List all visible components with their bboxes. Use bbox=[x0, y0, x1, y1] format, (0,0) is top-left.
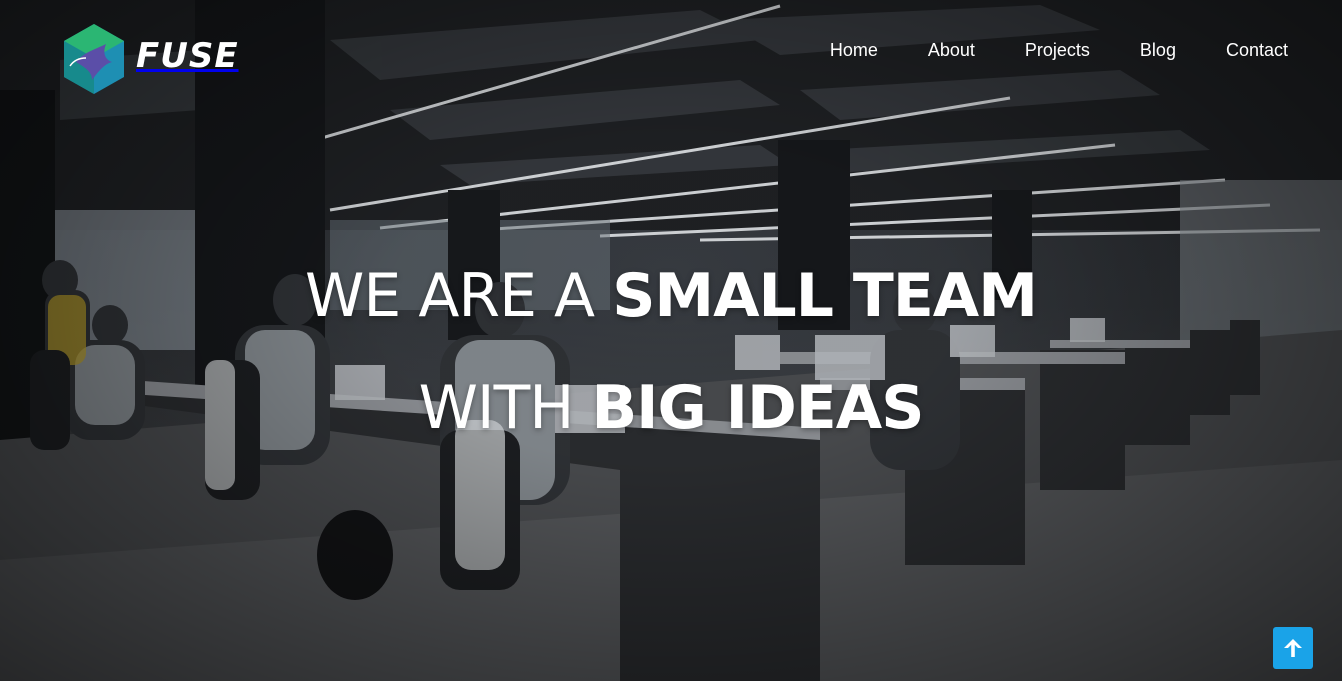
scroll-to-top-button[interactable] bbox=[1273, 627, 1313, 669]
headline-line-2-light: WITH bbox=[418, 373, 592, 443]
hero-section: FUSE Home About Projects Blog Contact WE… bbox=[0, 0, 1342, 681]
headline-line-2-bold: BIG IDEAS bbox=[591, 373, 924, 443]
nav-item-home[interactable]: Home bbox=[830, 40, 878, 61]
headline-line-2: WITH BIG IDEAS bbox=[0, 352, 1342, 464]
headline-line-1-light: WE ARE A bbox=[305, 261, 613, 331]
headline-line-1: WE ARE A SMALL TEAM bbox=[0, 240, 1342, 352]
nav-item-about[interactable]: About bbox=[928, 40, 975, 61]
nav-item-blog[interactable]: Blog bbox=[1140, 40, 1176, 61]
nav-item-projects[interactable]: Projects bbox=[1025, 40, 1090, 61]
nav-item-contact[interactable]: Contact bbox=[1226, 40, 1288, 61]
headline-line-1-bold: SMALL TEAM bbox=[612, 261, 1038, 331]
fuse-hexagon-bird-logo-icon bbox=[64, 24, 124, 94]
brand-logo[interactable]: FUSE bbox=[62, 22, 239, 96]
main-nav: Home About Projects Blog Contact bbox=[830, 40, 1288, 61]
hero-headline: WE ARE A SMALL TEAM WITH BIG IDEAS bbox=[0, 240, 1342, 464]
brand-name: FUSE bbox=[136, 36, 239, 76]
arrow-up-icon bbox=[1284, 639, 1302, 657]
site-header: FUSE Home About Projects Blog Contact bbox=[0, 0, 1342, 100]
